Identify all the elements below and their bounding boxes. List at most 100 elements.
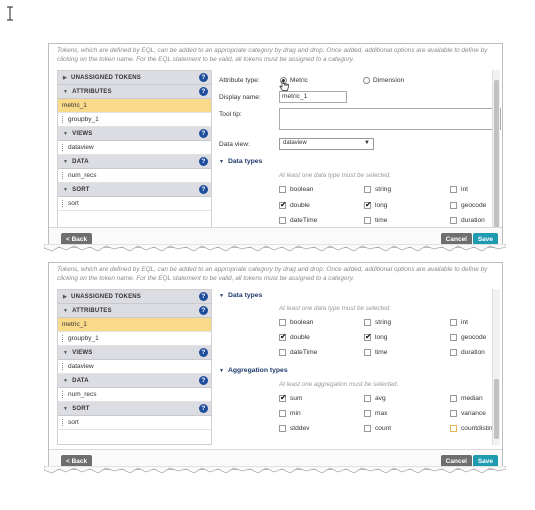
help-icon[interactable]: ?: [199, 292, 208, 301]
intro-text: Tokens, which are defined by EQL, can be…: [57, 266, 488, 282]
checkbox-string[interactable]: [364, 186, 371, 193]
checkbox-time[interactable]: [364, 217, 371, 224]
drag-handle-icon[interactable]: [62, 391, 64, 398]
checkbox-long[interactable]: [364, 332, 372, 341]
sidebar-item-groupby-1[interactable]: groupby_1: [58, 113, 211, 127]
checkbox-int[interactable]: [450, 319, 457, 326]
sidebar-item-num-recs[interactable]: num_recs: [58, 388, 211, 402]
checkbox-label: variance: [461, 410, 486, 417]
help-icon[interactable]: ?: [199, 185, 208, 194]
scrollbar-thumb[interactable]: [494, 379, 499, 439]
checkbox-double[interactable]: [279, 332, 287, 341]
checkbox-int[interactable]: [450, 186, 457, 193]
help-icon[interactable]: ?: [199, 157, 208, 166]
checkbox-label: boolean: [290, 319, 314, 326]
checkbox-duration[interactable]: [450, 349, 457, 356]
triangle-down-icon: ▼: [63, 186, 69, 193]
checkbox-max[interactable]: [364, 410, 371, 417]
checkbox-label: boolean: [290, 186, 314, 193]
checkbox-label: double: [290, 202, 310, 209]
checkbox-avg[interactable]: [364, 395, 371, 402]
help-icon[interactable]: ?: [199, 87, 208, 96]
sidebar-item-sort[interactable]: sort: [58, 416, 211, 430]
sidebar-header-views[interactable]: ▼ VIEWS?: [58, 346, 211, 360]
drag-handle-icon[interactable]: [62, 419, 64, 426]
checkbox-geocode[interactable]: [450, 334, 457, 341]
triangle-down-icon: ▼: [63, 349, 69, 356]
help-icon[interactable]: ?: [199, 306, 208, 315]
checkbox-label: duration: [461, 349, 485, 356]
help-icon[interactable]: ?: [199, 73, 208, 82]
checkbox-median[interactable]: [450, 395, 457, 402]
checkbox-duration[interactable]: [450, 217, 457, 224]
tooltip-input[interactable]: [279, 108, 501, 130]
help-icon[interactable]: ?: [199, 404, 208, 413]
checkbox-sum[interactable]: [279, 393, 287, 402]
checkbox-boolean[interactable]: [279, 186, 286, 193]
sidebar-item-dataview[interactable]: dataview: [58, 360, 211, 374]
token-editor-panel-1: Tokens, which are defined by EQL, can be…: [48, 43, 503, 248]
checkbox-variance[interactable]: [450, 410, 457, 417]
checkbox-datetime[interactable]: [279, 217, 286, 224]
data-types-header[interactable]: ▼ Data types: [219, 158, 262, 165]
help-icon[interactable]: ?: [199, 376, 208, 385]
sidebar-header-attributes[interactable]: ▼ ATTRIBUTES?: [58, 304, 211, 318]
dimension-radio[interactable]: [363, 77, 370, 84]
checkbox-label: max: [375, 410, 388, 417]
sidebar-header-unassigned[interactable]: ▶ UNASSIGNED TOKENS?: [58, 71, 211, 85]
sidebar-header-attributes[interactable]: ▼ ATTRIBUTES?: [58, 85, 211, 99]
data-types-header[interactable]: ▼ Data types: [219, 292, 262, 299]
help-icon[interactable]: ?: [199, 348, 208, 357]
form-scrollbar[interactable]: [492, 70, 500, 247]
drag-handle-icon[interactable]: [62, 335, 64, 342]
checkbox-countdistinct[interactable]: [450, 425, 457, 432]
checkbox-label: dateTime: [290, 349, 318, 356]
checkbox-count[interactable]: [364, 425, 371, 432]
checkbox-long[interactable]: [364, 200, 372, 209]
checkbox-label: int: [461, 319, 468, 326]
checkbox-label: double: [290, 334, 310, 341]
sidebar-header-views[interactable]: ▼ VIEWS?: [58, 127, 211, 141]
checkbox-label: int: [461, 186, 468, 193]
sidebar-header-sort[interactable]: ▼ SORT?: [58, 183, 211, 197]
checkbox-string[interactable]: [364, 319, 371, 326]
aggregation-types-header[interactable]: ▼ Aggregation types: [219, 367, 288, 374]
checkbox-geocode[interactable]: [450, 202, 457, 209]
sidebar-item-groupby-1[interactable]: groupby_1: [58, 332, 211, 346]
drag-handle-icon[interactable]: [62, 144, 64, 151]
help-icon[interactable]: ?: [199, 129, 208, 138]
data-view-select[interactable]: dataview ▼: [279, 138, 374, 150]
form-scrollbar[interactable]: [492, 289, 500, 445]
display-name-input[interactable]: metric_1: [279, 91, 347, 103]
dimension-label: Dimension: [373, 77, 405, 84]
checkbox-datetime[interactable]: [279, 349, 286, 356]
checkbox-label: string: [375, 319, 392, 326]
drag-handle-icon[interactable]: [62, 116, 64, 123]
sidebar-item-sort[interactable]: sort: [58, 197, 211, 211]
sidebar-item-metric-1[interactable]: metric_1: [58, 318, 211, 332]
sidebar-item-dataview[interactable]: dataview: [58, 141, 211, 155]
intro-text: Tokens, which are defined by EQL, can be…: [57, 47, 488, 63]
drag-handle-icon[interactable]: [62, 200, 64, 207]
checkbox-label: geocode: [461, 202, 487, 209]
sidebar-header-data[interactable]: ▼ DATA?: [58, 155, 211, 169]
checkbox-label: string: [375, 186, 392, 193]
token-editor-panel-2: Tokens, which are defined by EQL, can be…: [48, 262, 503, 470]
checkbox-time[interactable]: [364, 349, 371, 356]
checkbox-stddev[interactable]: [279, 425, 286, 432]
drag-handle-icon[interactable]: [62, 363, 64, 370]
checkbox-double[interactable]: [279, 200, 287, 209]
sidebar-item-metric-1[interactable]: metric_1: [58, 99, 211, 113]
token-sidebar: ▶ UNASSIGNED TOKENS? ▼ ATTRIBUTES? metric_…: [57, 70, 212, 247]
sidebar-item-num-recs[interactable]: num_recs: [58, 169, 211, 183]
checkbox-boolean[interactable]: [279, 319, 286, 326]
tooltip-label: Tool tip:: [219, 111, 242, 118]
scrollbar-thumb[interactable]: [494, 80, 499, 230]
sidebar-header-sort[interactable]: ▼ SORT?: [58, 402, 211, 416]
checkbox-label: duration: [461, 217, 485, 224]
drag-handle-icon[interactable]: [62, 172, 64, 179]
sidebar-header-data[interactable]: ▼ DATA?: [58, 374, 211, 388]
sidebar-header-unassigned[interactable]: ▶ UNASSIGNED TOKENS?: [58, 290, 211, 304]
checkbox-label: time: [375, 217, 388, 224]
checkbox-min[interactable]: [279, 410, 286, 417]
